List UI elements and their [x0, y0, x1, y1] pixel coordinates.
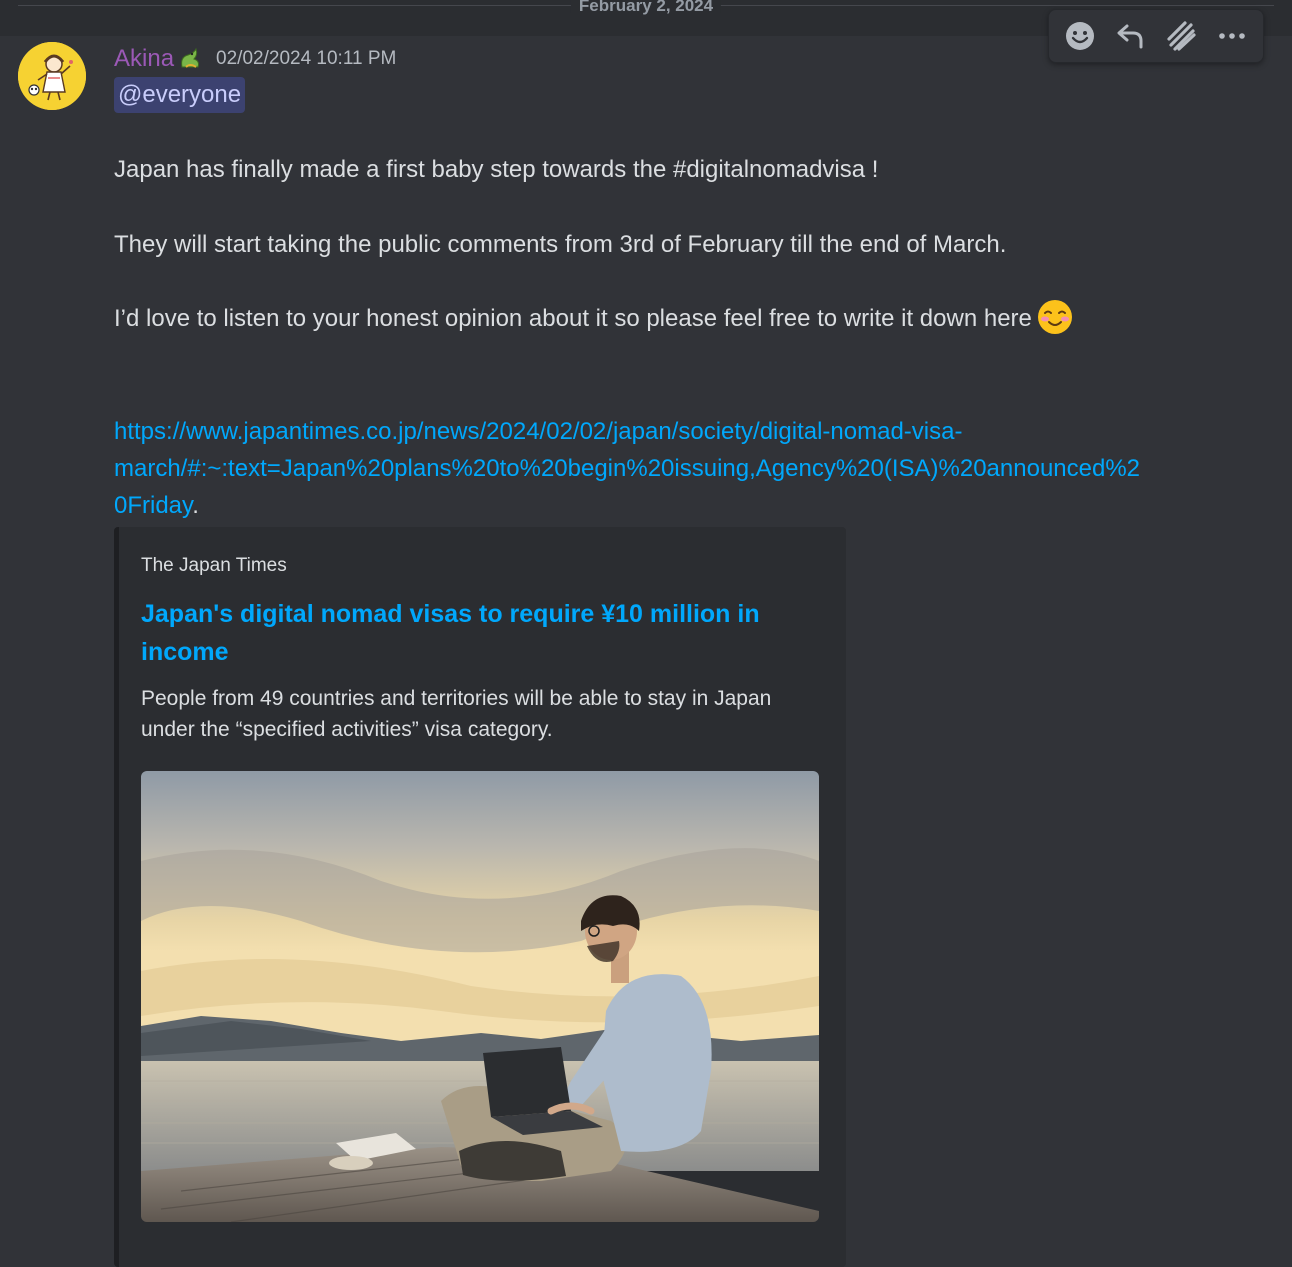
- message-line-2: They will start taking the public commen…: [114, 231, 1007, 258]
- link-suffix: .: [192, 492, 199, 519]
- add-reaction-icon: [1066, 22, 1095, 50]
- message-actions-toolbar: [1048, 9, 1264, 63]
- article-link-part-1[interactable]: https://www.japantimes.co.jp/news/2024/0…: [114, 413, 1214, 450]
- everyone-mention[interactable]: @everyone: [114, 77, 246, 113]
- link-embed-card: The Japan Times Japan's digital nomad vi…: [114, 527, 846, 1267]
- embed-provider: The Japan Times: [141, 555, 287, 576]
- create-thread-icon: [1167, 21, 1196, 51]
- reply-icon: [1117, 24, 1143, 49]
- add-reaction-button[interactable]: [1058, 14, 1102, 58]
- smiling-blush-emoji-icon: [1037, 299, 1072, 334]
- laptop-by-lake-photo: [141, 771, 819, 1222]
- embed-thumbnail-image[interactable]: [141, 771, 819, 1222]
- dragon-emoji-icon: [181, 47, 200, 68]
- reply-button[interactable]: [1109, 14, 1153, 58]
- message-timestamp: 02/02/2024 10:11 PM: [216, 48, 397, 69]
- message-line-3-text: I’d love to listen to your honest opinio…: [114, 305, 1032, 332]
- more-options-icon: [1218, 33, 1245, 39]
- avatar[interactable]: [18, 42, 86, 110]
- avatar-illustration: [18, 42, 86, 110]
- embed-title-link[interactable]: Japan's digital nomad visas to require ¥…: [141, 595, 791, 671]
- create-thread-button[interactable]: [1159, 14, 1203, 58]
- more-options-button[interactable]: [1210, 14, 1254, 58]
- article-link-part-2[interactable]: march/#:~:text=Japan%20plans%20to%20begi…: [114, 450, 1214, 487]
- embed-description: People from 49 countries and territories…: [141, 687, 772, 741]
- date-divider-label: February 2, 2024: [570, 0, 722, 14]
- message-line-1: Japan has finally made a first baby step…: [114, 156, 879, 183]
- message-line-3: I’d love to listen to your honest opinio…: [114, 299, 1074, 336]
- date-divider: February 2, 2024: [18, 0, 1274, 14]
- article-link-part-3[interactable]: 0Friday: [114, 492, 192, 519]
- username[interactable]: Akina: [114, 45, 174, 73]
- article-link-block: https://www.japantimes.co.jp/news/2024/0…: [114, 413, 1214, 524]
- message-header: Akina 02/02/2024 10:11 PM: [114, 43, 396, 75]
